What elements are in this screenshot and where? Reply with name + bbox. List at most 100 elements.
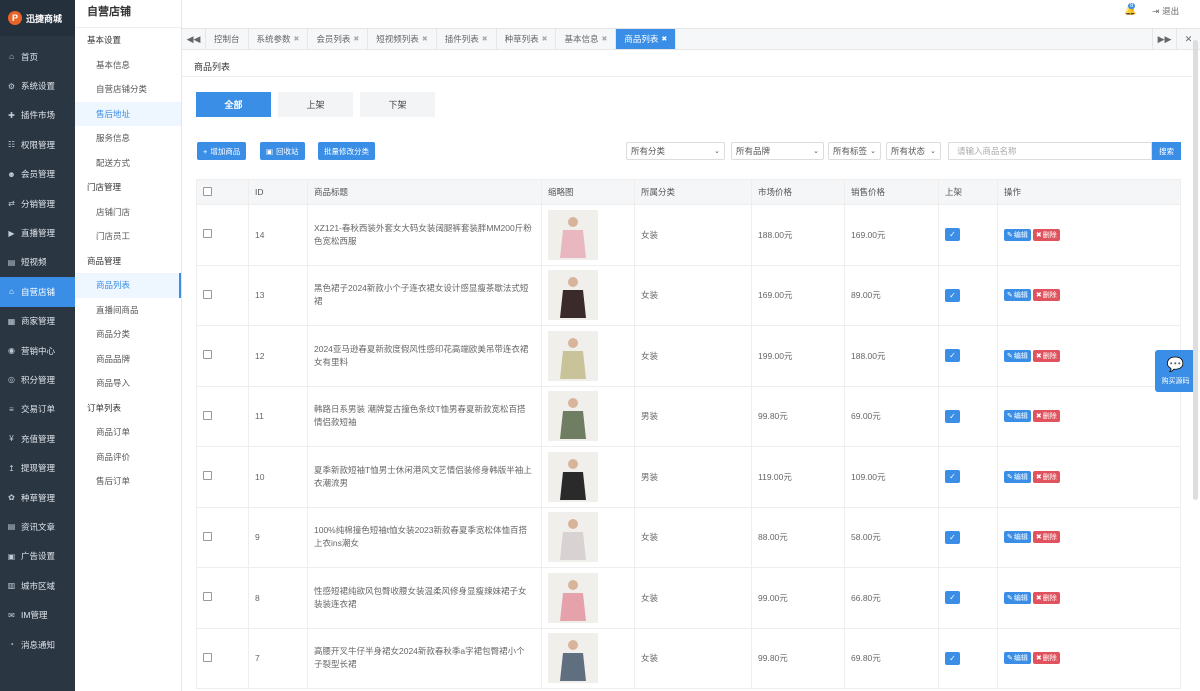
tab-close-icon[interactable]: ✖ [353,35,359,43]
nav-item[interactable]: ▣ 广告设置 [0,542,75,571]
sub-nav-item[interactable]: 售后订单 [75,469,181,494]
sub-nav-item[interactable]: 服务信息 [75,126,181,151]
nav-item[interactable]: ☻ 会员管理 [0,160,75,189]
delete-button[interactable]: ✖ 删除 [1032,349,1060,362]
filter-tab-all[interactable]: 全部 [196,92,271,117]
product-thumbnail[interactable] [548,270,598,321]
select-all-checkbox[interactable] [203,186,212,196]
filter-tab-on-shelf[interactable]: 上架 [278,92,353,117]
tab-item[interactable]: 基本信息 ✖ [556,29,617,49]
filter-tab-off-shelf[interactable]: 下架 [360,92,435,117]
search-button[interactable]: 搜索 [1152,142,1181,160]
nav-item[interactable]: ↥ 提现管理 [0,453,75,482]
nav-item[interactable]: ¥ 充值管理 [0,424,75,453]
nav-item[interactable]: ◔ 消息通知 [0,630,75,659]
edit-button[interactable]: ✎ 编辑 [1004,410,1031,423]
tab-item[interactable]: 插件列表 ✖ [437,29,497,49]
page-scrollbar[interactable] [1193,40,1198,500]
delete-button[interactable]: ✖ 删除 [1032,652,1060,665]
on-shelf-toggle[interactable]: ✓ [945,651,960,665]
row-checkbox[interactable] [203,592,212,602]
sub-nav-item[interactable]: 商品导入 [75,371,181,396]
nav-item[interactable]: ⌂ 自营店铺 [0,277,75,307]
sub-nav-item[interactable]: 商品列表 [75,273,181,298]
row-checkbox[interactable] [203,410,212,420]
tab-item[interactable]: 系统参数 ✖ [249,29,309,49]
row-checkbox[interactable] [203,289,212,299]
sub-nav-item[interactable]: 自营店铺分类 [75,77,181,102]
edit-button[interactable]: ✎ 编辑 [1004,349,1031,362]
nav-item[interactable]: ⚙ 系统设置 [0,71,75,100]
tab-close-icon[interactable]: ✖ [542,35,548,43]
delete-button[interactable]: ✖ 删除 [1032,531,1060,544]
on-shelf-toggle[interactable]: ✓ [945,349,960,363]
tab-scroll-right-icon[interactable]: ▶▶ [1152,29,1176,49]
edit-button[interactable]: ✎ 编辑 [1004,652,1031,665]
tab-close-icon[interactable]: ✖ [422,35,428,43]
tag-select[interactable]: 所有标签 ⌄ [828,142,881,160]
tab-close-icon[interactable]: ✖ [661,35,667,43]
delete-button[interactable]: ✖ 删除 [1032,228,1060,241]
row-checkbox[interactable] [203,471,212,481]
nav-item[interactable]: ≡ 交易订单 [0,395,75,424]
edit-button[interactable]: ✎ 编辑 [1004,531,1031,544]
tab-close-icon[interactable]: ✖ [601,35,607,43]
nav-item[interactable]: ▦ 商家管理 [0,307,75,336]
sub-nav-item[interactable]: 售后地址 [75,101,181,126]
tab-item[interactable]: 种草列表 ✖ [497,29,557,49]
sub-nav-item[interactable]: 商品订单 [75,420,181,445]
nav-item[interactable]: ▤ 短视频 [0,248,75,277]
nav-item[interactable]: ⌂ 首页 [0,42,75,71]
search-input[interactable]: 请输入商品名称 [948,142,1152,160]
row-checkbox[interactable] [203,350,212,360]
row-checkbox[interactable] [203,229,212,239]
nav-item[interactable]: ✉ IM管理 [0,600,75,629]
sub-nav-item[interactable]: 配送方式 [75,151,181,176]
delete-button[interactable]: ✖ 删除 [1032,591,1060,604]
edit-button[interactable]: ✎ 编辑 [1004,289,1031,302]
edit-button[interactable]: ✎ 编辑 [1004,470,1031,483]
nav-item[interactable]: ◉ 营销中心 [0,336,75,365]
product-thumbnail[interactable] [548,633,598,684]
sub-nav-item[interactable]: 商品品牌 [75,347,181,372]
delete-button[interactable]: ✖ 删除 [1032,289,1060,302]
nav-item[interactable]: ◎ 积分管理 [0,365,75,394]
product-thumbnail[interactable] [548,572,598,623]
nav-item[interactable]: ▤ 资讯文章 [0,512,75,541]
batch-category-button[interactable]: 批量修改分类 [318,142,375,160]
recycle-bin-button[interactable]: ▣ 回收站 [260,142,305,160]
tab-item[interactable]: 商品列表 ✖ [616,29,677,49]
row-checkbox[interactable] [203,652,212,662]
edit-button[interactable]: ✎ 编辑 [1004,228,1031,241]
on-shelf-toggle[interactable]: ✓ [945,228,960,242]
tab-close-icon[interactable]: ✖ [482,35,488,43]
nav-item[interactable]: ✚ 插件市场 [0,101,75,130]
product-thumbnail[interactable] [548,512,598,563]
delete-button[interactable]: ✖ 删除 [1032,410,1060,423]
brand-logo[interactable]: P 迅捷商城 [0,0,75,36]
logout-button[interactable]: ⇥ 退出 [1152,5,1179,17]
nav-item[interactable]: ▶ 直播管理 [0,218,75,247]
delete-button[interactable]: ✖ 删除 [1032,470,1060,483]
on-shelf-toggle[interactable]: ✓ [945,288,960,302]
tab-scroll-left-icon[interactable]: ◀◀ [182,29,206,49]
on-shelf-toggle[interactable]: ✓ [945,591,960,605]
sub-nav-item[interactable]: 商品评价 [75,445,181,470]
on-shelf-toggle[interactable]: ✓ [945,409,960,423]
edit-button[interactable]: ✎ 编辑 [1004,591,1031,604]
tab-item[interactable]: 短视频列表 ✖ [368,29,437,49]
nav-item[interactable]: ▥ 城市区域 [0,571,75,600]
tab-close-icon[interactable]: ✖ [294,35,300,43]
on-shelf-toggle[interactable]: ✓ [945,530,960,544]
nav-item[interactable]: ☷ 权限管理 [0,130,75,159]
on-shelf-toggle[interactable]: ✓ [945,470,960,484]
sub-nav-item[interactable]: 商品分类 [75,322,181,347]
status-select[interactable]: 所有状态 ⌄ [886,142,941,160]
sub-nav-item[interactable]: 直播间商品 [75,298,181,323]
product-thumbnail[interactable] [548,451,598,502]
nav-item[interactable]: ⇄ 分销管理 [0,189,75,218]
sub-nav-item[interactable]: 基本信息 [75,53,181,78]
nav-item[interactable]: ✿ 种草管理 [0,483,75,512]
buy-source-widget[interactable]: 💬 购买源码 [1155,350,1196,392]
sub-nav-item[interactable]: 店铺门店 [75,200,181,225]
